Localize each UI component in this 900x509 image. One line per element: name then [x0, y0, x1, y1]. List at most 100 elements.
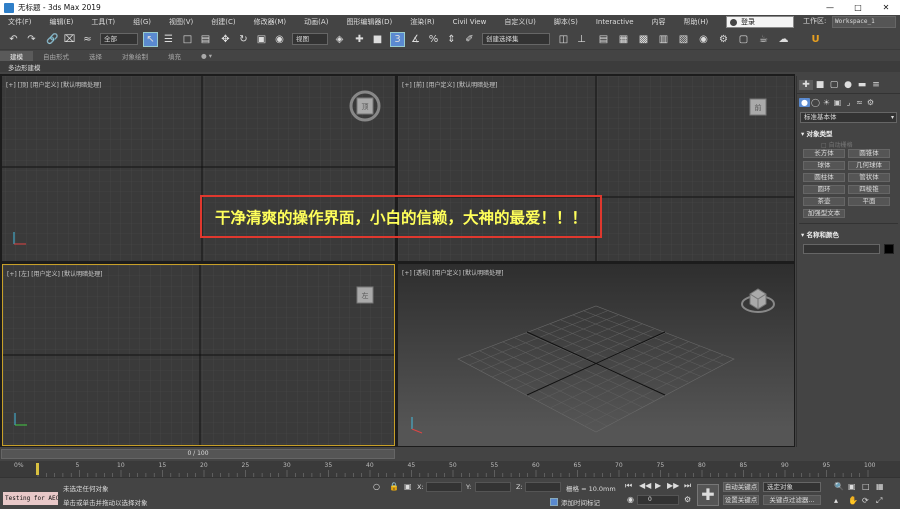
- torus-button[interactable]: 圆环: [803, 185, 845, 194]
- render-production-icon[interactable]: ☕: [756, 32, 771, 47]
- text-plus-button[interactable]: 加强型文本: [803, 209, 845, 218]
- systems-icon[interactable]: ⚙: [865, 98, 876, 107]
- bind-space-warp-icon[interactable]: ≈: [80, 32, 95, 47]
- ribbon-toggle-icon[interactable]: ▩: [636, 32, 651, 47]
- rotate-icon[interactable]: ↻: [236, 32, 251, 47]
- time-config-icon[interactable]: ⚙: [684, 495, 691, 504]
- absolute-mode-icon[interactable]: ▣: [404, 482, 412, 491]
- tab-selection[interactable]: 选择: [79, 51, 112, 61]
- menu-create[interactable]: 创建(C): [203, 17, 245, 27]
- menu-graph-editors[interactable]: 图形编辑器(D): [338, 17, 402, 27]
- x-coordinate-field[interactable]: [426, 482, 462, 492]
- menu-file[interactable]: 文件(F): [0, 17, 42, 27]
- menu-animation[interactable]: 动画(A): [296, 17, 338, 27]
- selection-filter[interactable]: 全部: [100, 33, 138, 45]
- viewport-front-label[interactable]: [+] [前] [用户定义] [默认明暗处理]: [402, 80, 497, 89]
- named-selection-set[interactable]: 创建选择集: [482, 33, 550, 45]
- undo-icon[interactable]: ↶: [6, 32, 21, 47]
- reference-coordinate-select[interactable]: 视图: [292, 33, 328, 45]
- display-tab-icon[interactable]: ▬: [855, 80, 869, 90]
- viewport-perspective-label[interactable]: [+] [透视] [用户定义] [默认明暗处理]: [402, 268, 503, 277]
- zoom-extents-icon[interactable]: □: [862, 482, 870, 491]
- edit-named-selection-icon[interactable]: ✐: [462, 32, 477, 47]
- scale-icon[interactable]: ▣: [254, 32, 269, 47]
- close-icon[interactable]: ✕: [872, 0, 900, 15]
- maximize-viewport-icon[interactable]: ⤢: [876, 496, 882, 506]
- select-object-icon[interactable]: ↖: [143, 32, 158, 47]
- minimize-icon[interactable]: —: [816, 0, 844, 15]
- menu-help[interactable]: 帮助(H): [676, 17, 719, 27]
- previous-frame-icon[interactable]: ◀◀: [639, 481, 651, 490]
- object-color-swatch[interactable]: [884, 244, 894, 254]
- go-to-start-icon[interactable]: ⏮: [625, 481, 632, 491]
- select-manipulate-icon[interactable]: ✚: [352, 32, 367, 47]
- space-warps-icon[interactable]: ≈: [854, 98, 865, 107]
- helpers-icon[interactable]: ⌟: [843, 98, 854, 107]
- shapes-icon[interactable]: ◯: [810, 98, 821, 107]
- utilities-tab-icon[interactable]: ≡: [869, 80, 883, 90]
- window-crossing-icon[interactable]: ▤: [198, 32, 213, 47]
- tab-populate[interactable]: 填充: [158, 51, 191, 61]
- snaps-toggle-icon[interactable]: 3: [390, 32, 405, 47]
- tab-freeform[interactable]: 自由形式: [33, 51, 79, 61]
- viewport-left-label[interactable]: [+] [左] [用户定义] [默认明暗处理]: [7, 269, 102, 278]
- render-setup-icon[interactable]: ⚙: [716, 32, 731, 47]
- lights-icon[interactable]: ☀: [821, 98, 832, 107]
- menu-customize[interactable]: 自定义(U): [496, 17, 546, 27]
- viewport-left[interactable]: 左 [+] [左] [用户定义] [默认明暗处理]: [2, 264, 395, 446]
- modify-tab-icon[interactable]: ■: [813, 80, 827, 90]
- tab-object-paint[interactable]: 对象绘制: [112, 51, 158, 61]
- object-name-field[interactable]: [803, 244, 880, 254]
- zoom-extents-all-icon[interactable]: ▦: [876, 482, 884, 491]
- time-slider[interactable]: 0 / 100: [1, 449, 395, 459]
- polygon-modeling-label[interactable]: 多边形建模: [8, 62, 41, 72]
- schematic-view-icon[interactable]: ▧: [676, 32, 691, 47]
- track-bar[interactable]: 0% 5 10 15 20 25 30 35 40 45 50 55 60 65 70 75 80 85 90 95…: [0, 461, 900, 477]
- field-of-view-icon[interactable]: ▴: [834, 496, 838, 505]
- go-to-end-icon[interactable]: ⏭: [684, 481, 691, 491]
- zoom-all-icon[interactable]: ▣: [848, 482, 856, 491]
- set-key-button[interactable]: 设置关键点: [723, 495, 759, 505]
- redo-icon[interactable]: ↷: [24, 32, 39, 47]
- current-frame-marker[interactable]: [36, 463, 39, 475]
- add-time-tag[interactable]: 添加时间标记: [550, 497, 600, 507]
- viewport-top-label[interactable]: [+] [顶] [用户定义] [默认明暗处理]: [6, 80, 101, 89]
- material-editor-icon[interactable]: ◉: [696, 32, 711, 47]
- menu-scripting[interactable]: 脚本(S): [546, 17, 588, 27]
- selected-object-select[interactable]: 选定对象: [763, 482, 821, 492]
- tab-modeling[interactable]: 建模: [0, 50, 33, 61]
- pan-icon[interactable]: ✋: [848, 496, 858, 505]
- cylinder-button[interactable]: 圆柱体: [803, 173, 845, 182]
- autogrid-checkbox[interactable]: □ 自动栅格: [797, 140, 900, 149]
- orbit-icon[interactable]: ⟳: [862, 496, 869, 505]
- tube-button[interactable]: 管状体: [848, 173, 890, 182]
- autodesk-app-icon[interactable]: U: [808, 32, 823, 47]
- isolate-selection-icon[interactable]: ○: [373, 482, 380, 491]
- name-color-rollout[interactable]: ▾ 名称和颜色: [797, 226, 900, 241]
- spinner-snap-icon[interactable]: ⇕: [444, 32, 459, 47]
- cone-button[interactable]: 圆锥体: [848, 149, 890, 158]
- y-coordinate-field[interactable]: [475, 482, 511, 492]
- percent-snap-icon[interactable]: %: [426, 32, 441, 47]
- object-type-rollout[interactable]: ▾ 对象类型: [797, 125, 900, 140]
- ribbon-options-icon[interactable]: ● ▾: [191, 52, 222, 60]
- workspace-select[interactable]: Workspace_1: [832, 16, 896, 28]
- render-frame-icon[interactable]: ▢: [736, 32, 751, 47]
- current-frame-field[interactable]: 0: [637, 495, 679, 505]
- menu-tools[interactable]: 工具(T): [83, 17, 125, 27]
- menu-modifiers[interactable]: 修改器(M): [246, 17, 297, 27]
- key-filters-button[interactable]: 关键点过滤器...: [763, 495, 821, 505]
- login-dropdown[interactable]: 登录: [726, 16, 794, 28]
- menu-rendering[interactable]: 渲染(R): [402, 17, 444, 27]
- sphere-button[interactable]: 球体: [803, 161, 845, 170]
- plane-button[interactable]: 平面: [848, 197, 890, 206]
- pivot-center-icon[interactable]: ◈: [332, 32, 347, 47]
- keyboard-shortcut-icon[interactable]: ■: [370, 32, 385, 47]
- geosphere-button[interactable]: 几何球体: [848, 161, 890, 170]
- play-icon[interactable]: ▶: [655, 481, 661, 490]
- teapot-button[interactable]: 茶壶: [803, 197, 845, 206]
- next-frame-icon[interactable]: ▶▶: [667, 481, 679, 490]
- mirror-icon[interactable]: ◫: [556, 32, 571, 47]
- menu-group[interactable]: 组(G): [125, 17, 161, 27]
- box-button[interactable]: 长方体: [803, 149, 845, 158]
